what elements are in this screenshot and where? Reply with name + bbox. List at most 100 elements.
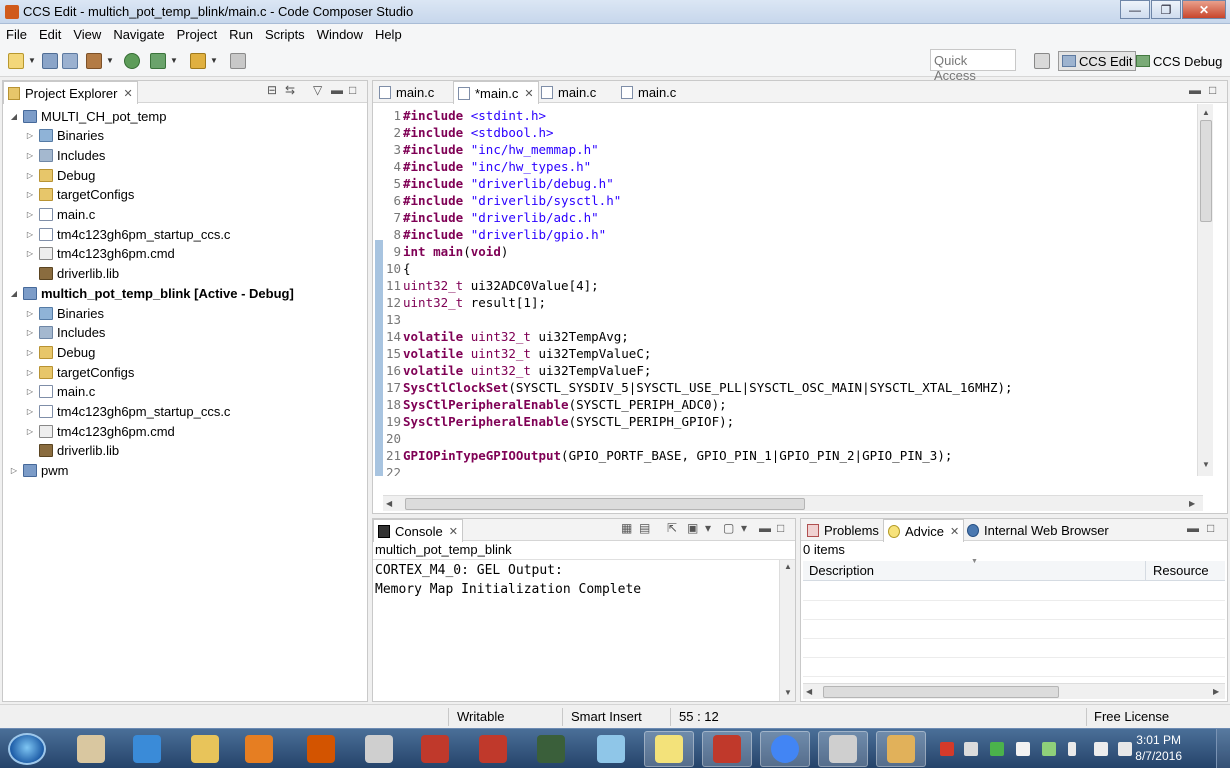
menu-view[interactable]: View <box>67 27 107 42</box>
menu-navigate[interactable]: Navigate <box>107 27 170 42</box>
save-all-icon[interactable] <box>62 53 78 69</box>
maximize-editor-icon[interactable]: □ <box>1209 83 1216 97</box>
scroll-thumb[interactable] <box>823 686 1059 698</box>
console-output[interactable]: CORTEX_M4_0: GEL Output: Memory Map Initi… <box>375 561 641 599</box>
collapsed-arrow-icon[interactable]: ▷ <box>25 407 35 416</box>
close-tab-icon[interactable]: ✕ <box>950 525 959 538</box>
box-tray-icon[interactable] <box>964 742 978 756</box>
expanded-arrow-icon[interactable]: ◢ <box>9 112 19 121</box>
tree-item[interactable]: ▷ Includes <box>25 145 106 165</box>
search-icon[interactable] <box>124 53 140 69</box>
collapsed-arrow-icon[interactable]: ▷ <box>25 230 35 239</box>
taskbar-app-button[interactable] <box>122 731 172 767</box>
scroll-left-icon[interactable]: ◀ <box>386 499 392 508</box>
menu-file[interactable]: File <box>0 27 33 42</box>
column-description[interactable]: Description <box>809 563 874 578</box>
tree-item[interactable]: ◢ MULTI_CH_pot_temp <box>9 106 167 126</box>
debug-dropdown-icon[interactable]: ▼ <box>170 56 178 65</box>
collapse-all-icon[interactable]: ⊟ <box>267 83 277 97</box>
code-editor[interactable]: 1 #include <stdint.h> 2 #include <stdbool.h… <box>373 104 1197 476</box>
taskbar-app-button[interactable] <box>468 731 518 767</box>
minimize-console-icon[interactable]: ▬ <box>759 521 771 535</box>
editor-tab-main-c-3[interactable]: main.c <box>537 81 600 103</box>
taskbar-clock[interactable]: 3:01 PM 8/7/2016 <box>1135 732 1182 764</box>
console-vertical-scrollbar[interactable]: ▲ ▼ <box>779 560 795 701</box>
build-hammer-icon[interactable] <box>86 53 102 69</box>
display-dropdown-icon[interactable]: ▾ <box>705 521 711 535</box>
collapsed-arrow-icon[interactable]: ▷ <box>25 427 35 436</box>
save-icon[interactable] <box>42 53 58 69</box>
network-tray-icon[interactable] <box>1042 742 1056 756</box>
problems-horizontal-scrollbar[interactable]: ◀ ▶ <box>803 683 1225 699</box>
taskbar-app-button[interactable] <box>410 731 460 767</box>
close-tab-icon[interactable]: ✕ <box>449 525 458 538</box>
collapsed-arrow-icon[interactable]: ▷ <box>25 387 35 396</box>
editor-tab-main-c-1[interactable]: main.c <box>375 81 438 103</box>
build-dropdown-icon[interactable]: ▼ <box>106 56 114 65</box>
tree-item[interactable]: ▷ targetConfigs <box>25 185 134 205</box>
close-tab-icon[interactable]: ✕ <box>123 87 132 100</box>
minimize-editor-icon[interactable]: ▬ <box>1189 83 1201 97</box>
menu-window[interactable]: Window <box>311 27 369 42</box>
clear-console-icon[interactable]: ▦ <box>621 521 632 535</box>
collapsed-arrow-icon[interactable]: ▷ <box>25 309 35 318</box>
toggle-panel-icon[interactable] <box>230 53 246 69</box>
column-resource[interactable]: Resource <box>1153 563 1209 578</box>
tab-console[interactable]: Console ✕ <box>373 519 463 542</box>
tree-item[interactable]: ▷ Debug <box>25 165 95 185</box>
taskbar-app-button[interactable] <box>234 731 284 767</box>
menu-run[interactable]: Run <box>223 27 259 42</box>
open-console-icon[interactable]: ▢ <box>723 521 734 535</box>
quick-access-input[interactable]: Quick Access <box>930 49 1016 83</box>
menu-edit[interactable]: Edit <box>33 27 67 42</box>
collapsed-arrow-icon[interactable]: ▷ <box>9 466 19 475</box>
start-button[interactable] <box>8 733 46 765</box>
tree-item[interactable]: ◢ multich_pot_temp_blink [Active - Debug] <box>9 283 294 303</box>
link-editor-icon[interactable]: ⇆ <box>285 83 295 97</box>
expanded-arrow-icon[interactable]: ◢ <box>9 289 19 298</box>
taskbar-app-button[interactable] <box>876 731 926 767</box>
tree-item[interactable]: ▷ Includes <box>25 323 106 343</box>
scroll-right-icon[interactable]: ▶ <box>1213 687 1219 696</box>
taskbar-app-button[interactable] <box>702 731 752 767</box>
maximize-button[interactable]: ❐ <box>1151 0 1181 19</box>
flag-tray-icon[interactable] <box>1016 742 1030 756</box>
tree-item[interactable]: ▷ tm4c123gh6pm_startup_ccs.c <box>25 402 231 422</box>
menu-scripts[interactable]: Scripts <box>259 27 311 42</box>
volume-tray-icon[interactable] <box>1118 742 1132 756</box>
sync-tray-icon[interactable] <box>990 742 1004 756</box>
menu-help[interactable]: Help <box>369 27 408 42</box>
tree-item[interactable]: ▷ targetConfigs <box>25 362 134 382</box>
menu-project[interactable]: Project <box>171 27 223 42</box>
new-dropdown-icon[interactable]: ▼ <box>28 56 36 65</box>
scroll-up-icon[interactable]: ▲ <box>784 562 792 571</box>
open-console-dropdown-icon[interactable]: ▾ <box>741 521 747 535</box>
taskbar-app-button[interactable] <box>354 731 404 767</box>
show-desktop-button[interactable] <box>1216 729 1230 768</box>
tree-item[interactable]: ▷ Binaries <box>25 303 104 323</box>
display-console-icon[interactable]: ▣ <box>687 521 698 535</box>
taskbar-app-button[interactable] <box>296 731 346 767</box>
taskbar-app-button[interactable] <box>818 731 868 767</box>
tree-item[interactable]: ▷ pwm <box>9 461 69 481</box>
taskbar-app-button[interactable] <box>586 731 636 767</box>
collapsed-arrow-icon[interactable]: ▷ <box>25 190 35 199</box>
collapsed-arrow-icon[interactable]: ▷ <box>25 368 35 377</box>
signal-tray-icon[interactable] <box>1094 742 1108 756</box>
battery-tray-icon[interactable] <box>1068 742 1076 756</box>
tree-item[interactable]: ▷ tm4c123gh6pm.cmd <box>25 421 175 441</box>
collapsed-arrow-icon[interactable]: ▷ <box>25 348 35 357</box>
view-menu-icon[interactable]: ▽ <box>313 83 322 97</box>
collapsed-arrow-icon[interactable]: ▷ <box>25 249 35 258</box>
tree-item[interactable]: ▷ tm4c123gh6pm.cmd <box>25 244 175 264</box>
collapsed-arrow-icon[interactable]: ▷ <box>25 171 35 180</box>
scroll-thumb[interactable] <box>1200 120 1212 222</box>
editor-tab-main-c-active[interactable]: *main.c ✕ <box>453 81 539 104</box>
maximize-view-icon[interactable]: □ <box>349 83 356 97</box>
open-perspective-icon[interactable] <box>1034 53 1050 69</box>
collapsed-arrow-icon[interactable]: ▷ <box>25 328 35 337</box>
maximize-console-icon[interactable]: □ <box>777 521 784 535</box>
tree-item[interactable]: driverlib.lib <box>25 441 119 461</box>
minimize-button[interactable]: — <box>1120 0 1150 19</box>
perspective-ccs-debug[interactable]: CCS Debug <box>1133 51 1225 71</box>
